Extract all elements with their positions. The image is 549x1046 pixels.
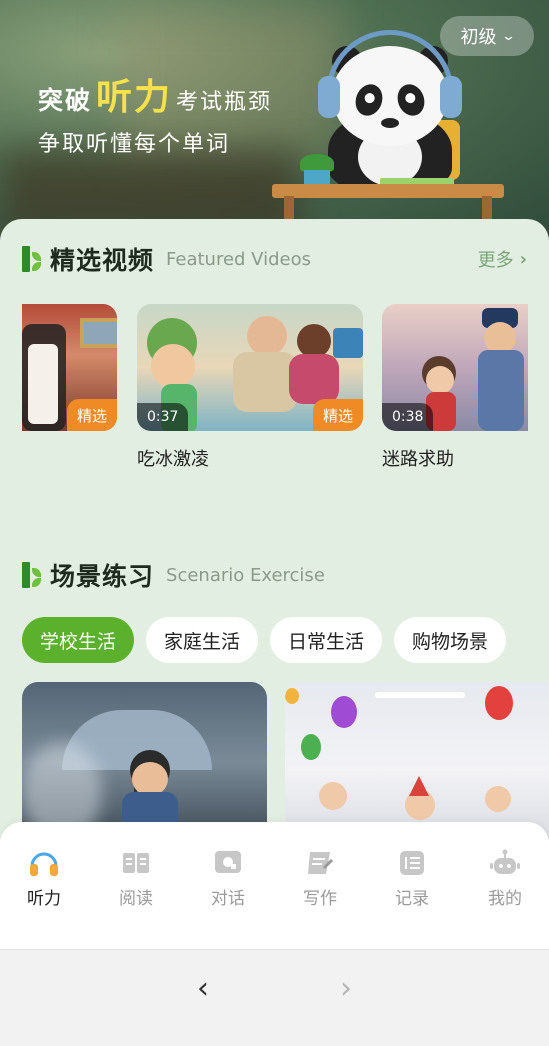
video-title: 吃冰激凌 xyxy=(137,449,209,470)
scenario-card[interactable] xyxy=(285,682,549,839)
featured-videos-header: 精选视频 Featured Videos xyxy=(22,241,311,277)
back-button[interactable]: ‹ xyxy=(178,968,228,1008)
chat-icon xyxy=(212,848,244,878)
tab-label: 阅读 xyxy=(119,889,153,909)
video-thumbnail: 精选 xyxy=(22,304,117,431)
bamboo-icon xyxy=(22,562,42,588)
video-thumbnail: 0:37 精选 xyxy=(137,304,363,431)
more-videos-link[interactable]: 更多 › xyxy=(478,246,527,272)
hero-line1-suffix: 考试瓶颈 xyxy=(176,90,273,115)
tab-label: 记录 xyxy=(395,889,429,909)
panda-mascot-illustration xyxy=(270,28,510,236)
scenario-category-tabs: 学校生活 家庭生活 日常生活 购物场景 xyxy=(22,617,507,663)
tab-reading[interactable]: 阅读 xyxy=(101,848,171,909)
chevron-right-icon: › xyxy=(519,248,527,270)
video-title: 迷路求助 xyxy=(382,449,454,470)
tab-writing[interactable]: 写作 xyxy=(285,848,355,909)
hero-banner: 突破 听力 考试瓶颈 争取听懂每个单词 初级 ⌄ xyxy=(0,0,549,240)
category-tab-family[interactable]: 家庭生活 xyxy=(146,617,259,663)
tab-label: 对话 xyxy=(211,889,245,909)
tab-records[interactable]: 记录 xyxy=(377,848,447,909)
forward-button[interactable]: › xyxy=(321,968,371,1008)
browser-navigation-bar: ‹ › xyxy=(0,949,549,1046)
record-icon xyxy=(396,848,428,878)
hero-line2: 争取听懂每个单词 xyxy=(38,132,231,157)
scenario-exercise-header: 场景练习 Scenario Exercise xyxy=(22,557,325,593)
tab-dialogue[interactable]: 对话 xyxy=(193,848,263,909)
hero-line1-prefix: 突破 xyxy=(38,86,93,115)
featured-badge: 精选 xyxy=(313,399,363,431)
video-card[interactable]: 0:38 迷路求助 xyxy=(382,304,528,471)
bottom-tab-bar: 听力 阅读 对话 写作 记录 我的 xyxy=(0,822,549,949)
write-icon xyxy=(304,848,336,878)
robot-icon xyxy=(489,848,521,878)
video-card[interactable]: 0:37 精选 吃冰激凌 xyxy=(137,304,363,471)
scenario-cards xyxy=(0,682,549,839)
scenario-card[interactable] xyxy=(22,682,267,839)
chevron-left-icon: ‹ xyxy=(197,970,209,1006)
tab-label: 写作 xyxy=(303,889,337,909)
tab-listening[interactable]: 听力 xyxy=(9,848,79,909)
featured-videos-title: 精选视频 xyxy=(50,246,155,275)
tab-label: 我的 xyxy=(488,889,522,909)
tab-profile[interactable]: 我的 xyxy=(470,848,540,909)
content-panel: 精选视频 Featured Videos 更多 › 精选 0:37 精选 吃冰激… xyxy=(0,219,549,839)
category-tab-daily[interactable]: 日常生活 xyxy=(270,617,383,663)
category-tab-school[interactable]: 学校生活 xyxy=(22,617,135,663)
video-duration: 0:37 xyxy=(137,403,189,431)
featured-badge: 精选 xyxy=(67,399,117,431)
headphones-icon xyxy=(28,848,60,878)
category-tab-shopping[interactable]: 购物场景 xyxy=(394,617,507,663)
scenario-exercise-title: 场景练习 xyxy=(50,562,155,591)
featured-videos-carousel[interactable]: 精选 0:37 精选 吃冰激凌 0:38 迷路求助 xyxy=(0,304,549,484)
scenario-exercise-subtitle: Scenario Exercise xyxy=(166,564,325,586)
featured-videos-subtitle: Featured Videos xyxy=(166,248,311,270)
video-thumbnail: 0:38 xyxy=(382,304,528,431)
more-label: 更多 xyxy=(477,250,514,271)
chevron-right-icon: › xyxy=(340,970,352,1006)
tab-label: 听力 xyxy=(27,889,61,909)
hero-line1-highlight: 听力 xyxy=(96,77,173,118)
hero-slogan: 突破 听力 考试瓶颈 争取听懂每个单词 xyxy=(38,68,272,158)
video-duration: 0:38 xyxy=(382,403,434,431)
video-card[interactable]: 精选 xyxy=(22,304,117,431)
book-icon xyxy=(120,848,152,878)
bamboo-icon xyxy=(22,246,42,272)
